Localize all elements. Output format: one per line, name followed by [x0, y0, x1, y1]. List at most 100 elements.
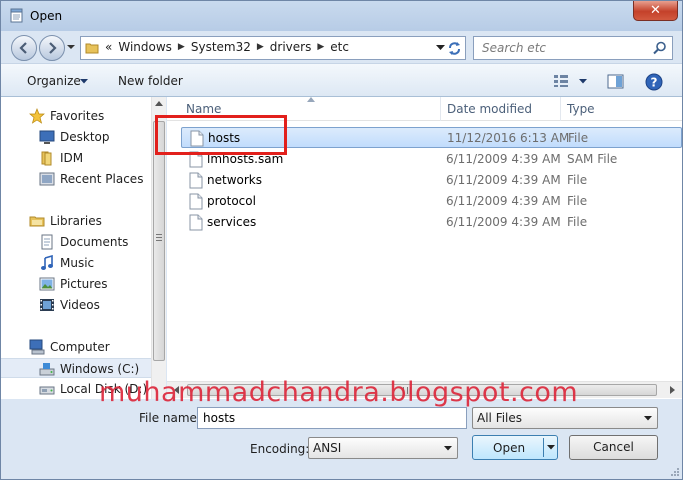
navigation-bar: « Windows ▶ System32 ▶ drivers ▶ etc Sea…	[1, 31, 682, 63]
file-date: 6/11/2009 4:39 AM	[446, 152, 561, 166]
cancel-button[interactable]: Cancel	[569, 435, 658, 460]
file-name: protocol	[207, 194, 256, 208]
sidebar-item-favorites[interactable]: Favorites	[1, 106, 151, 126]
sidebar-item-label: Libraries	[50, 214, 102, 228]
views-icon[interactable]	[553, 74, 569, 88]
file-icon	[189, 172, 203, 189]
sidebar-item-label: Favorites	[50, 109, 105, 123]
table-row[interactable]: protocol 6/11/2009 4:39 AM File	[181, 191, 682, 212]
arrow-left-icon	[19, 42, 27, 54]
breadcrumb-system32[interactable]: System32	[191, 40, 251, 54]
address-bar[interactable]: « Windows ▶ System32 ▶ drivers ▶ etc	[80, 36, 466, 60]
table-row[interactable]: services 6/11/2009 4:39 AM File	[181, 212, 682, 233]
sidebar-item-documents[interactable]: Documents	[1, 232, 151, 252]
window-title: Open	[30, 9, 63, 23]
breadcrumb: « Windows ▶ System32 ▶ drivers ▶ etc	[105, 40, 349, 54]
desktop-icon	[39, 130, 55, 144]
encoding-value: ANSI	[313, 441, 342, 455]
preview-pane-icon[interactable]	[607, 74, 624, 89]
chevron-right-icon[interactable]: ▶	[178, 42, 185, 52]
file-name: services	[207, 215, 257, 229]
breadcrumb-windows[interactable]: Windows	[118, 40, 172, 54]
column-divider[interactable]	[560, 97, 561, 121]
sidebar-item-label: Computer	[50, 340, 110, 354]
sidebar-item-videos[interactable]: Videos	[1, 295, 151, 315]
search-input[interactable]: Search etc	[482, 41, 546, 55]
column-divider[interactable]	[440, 97, 441, 121]
sidebar-item-computer[interactable]: Computer	[1, 337, 151, 357]
svg-text:?: ?	[651, 76, 658, 90]
sidebar-item-desktop[interactable]: Desktop	[1, 127, 151, 147]
chevron-down-icon[interactable]	[579, 79, 587, 84]
forward-button[interactable]	[39, 35, 65, 61]
split-divider	[543, 438, 544, 457]
file-type-value: All Files	[477, 411, 523, 425]
sidebar-item-windows-c[interactable]: Windows (C:)	[1, 358, 151, 378]
sidebar-item-pictures[interactable]: Pictures	[1, 274, 151, 294]
folder-icon	[41, 151, 52, 166]
file-name-field[interactable]	[197, 407, 467, 429]
arrow-right-icon	[49, 42, 57, 54]
breadcrumb-etc[interactable]: etc	[330, 40, 349, 54]
new-folder-button[interactable]: New folder	[118, 74, 183, 88]
table-row[interactable]: networks 6/11/2009 4:39 AM File	[181, 170, 682, 191]
highlight-annotation	[155, 115, 287, 155]
sidebar-item-label: Documents	[60, 235, 129, 249]
column-name[interactable]: Name	[186, 102, 221, 116]
sidebar-item-label: Windows (C:)	[60, 362, 140, 376]
drive-icon	[39, 363, 55, 376]
organize-button[interactable]: Organize	[27, 74, 81, 88]
sidebar-item-label: Music	[60, 256, 95, 270]
sidebar-item-libraries[interactable]: Libraries	[1, 211, 151, 231]
column-type[interactable]: Type	[567, 102, 595, 116]
watermark-text: muhammadchandra.blogspot.com	[99, 377, 579, 408]
scroll-up-icon[interactable]	[155, 101, 163, 106]
column-date-modified[interactable]: Date modified	[447, 102, 532, 116]
sidebar-item-label: Desktop	[60, 130, 110, 144]
grip-icon	[156, 234, 162, 241]
chevron-down-icon	[444, 446, 452, 451]
file-type: File	[567, 173, 588, 187]
chevron-right-icon[interactable]: ▶	[257, 42, 264, 52]
notepad-icon	[10, 8, 23, 23]
help-icon[interactable]: ?	[645, 73, 663, 91]
file-type-select[interactable]: All Files	[472, 407, 658, 429]
sidebar-item-label: Videos	[60, 298, 100, 312]
chevron-down-icon[interactable]	[436, 45, 445, 51]
file-type: File	[568, 131, 589, 145]
file-type: File	[567, 194, 588, 208]
breadcrumb-overflow[interactable]: «	[105, 40, 112, 54]
breadcrumb-drivers[interactable]: drivers	[270, 40, 312, 54]
encoding-select[interactable]: ANSI	[308, 437, 458, 459]
sidebar-item-recent-places[interactable]: Recent Places	[1, 169, 151, 189]
open-button[interactable]: Open	[472, 435, 558, 460]
star-icon	[29, 108, 45, 124]
recent-places-icon	[39, 172, 55, 186]
search-box[interactable]: Search etc	[473, 36, 673, 60]
close-button[interactable]: ✕	[633, 1, 678, 21]
chevron-right-icon[interactable]: ▶	[317, 42, 324, 52]
refresh-icon[interactable]	[447, 41, 462, 56]
sidebar-item-idm[interactable]: IDM	[1, 148, 151, 168]
scrollbar-thumb[interactable]	[153, 121, 165, 361]
search-icon[interactable]	[653, 41, 667, 55]
resize-grip-icon[interactable]	[670, 467, 680, 477]
file-name-label: File name:	[139, 411, 201, 425]
dialog-footer: File name: All Files Encoding: ANSI Open…	[1, 399, 682, 479]
command-bar: Organize New folder ?	[1, 63, 682, 97]
file-type: File	[567, 215, 588, 229]
sidebar-item-label: Recent Places	[60, 172, 144, 186]
back-button[interactable]	[11, 35, 37, 61]
close-icon: ✕	[650, 3, 661, 18]
navigation-pane: Favorites Desktop IDM Recent Places Libr…	[1, 97, 151, 399]
scroll-right-icon[interactable]	[670, 386, 675, 394]
recent-locations-dropdown[interactable]	[67, 43, 75, 51]
chevron-down-icon[interactable]	[80, 79, 88, 84]
chevron-down-icon[interactable]	[547, 445, 555, 450]
sidebar-item-music[interactable]: Music	[1, 253, 151, 273]
title-bar[interactable]: Open ✕	[1, 1, 682, 31]
file-date: 6/11/2009 4:39 AM	[446, 194, 561, 208]
sidebar-item-label: Pictures	[60, 277, 108, 291]
file-date: 6/11/2009 4:39 AM	[446, 173, 561, 187]
file-icon	[189, 214, 203, 231]
